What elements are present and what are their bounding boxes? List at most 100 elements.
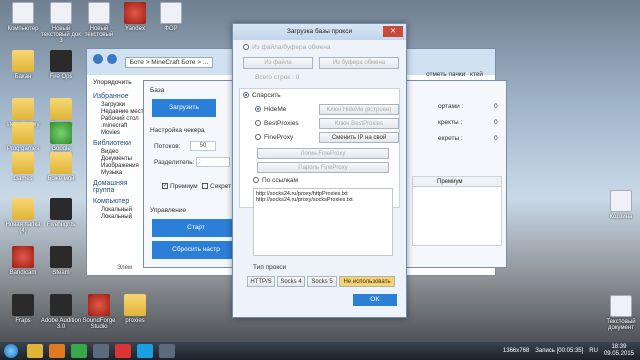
app-taskbar-icon[interactable]: [159, 344, 175, 358]
computer-item[interactable]: Компьютер: [93, 198, 145, 205]
sidebar-item[interactable]: Рабочий стол: [101, 116, 145, 122]
separator-label: Разделитель:: [154, 159, 195, 166]
drive-item[interactable]: Локальный: [101, 207, 145, 213]
library-item[interactable]: Видео: [101, 149, 145, 155]
from-file-radio[interactable]: Из файла/буфера обмена: [243, 44, 331, 51]
checkbox-checked-icon: ✓: [162, 183, 168, 190]
desktop-icon-text-doc[interactable]: Текстовый документ: [600, 295, 640, 331]
load-button[interactable]: Загрузить: [152, 99, 216, 117]
desktop-app-icon: [88, 294, 110, 316]
sidebar-item[interactable]: .minecraft: [101, 123, 145, 129]
proxy-type-option[interactable]: HTTP/S: [247, 276, 275, 287]
proxy-type-option[interactable]: Socks 4: [277, 276, 305, 287]
reset-settings-button[interactable]: Сбросить настр: [152, 241, 240, 259]
desktop-icon-label: Новый текстовый док 3: [41, 26, 81, 44]
right-tab-2[interactable]: ктей: [470, 71, 483, 78]
separator-input[interactable]: :: [196, 157, 230, 167]
desktop-app-icon: [12, 294, 34, 316]
desktop-icon[interactable]: FiveNights: [40, 198, 82, 228]
source-radio-bestproxies[interactable]: BestProxies: [255, 120, 299, 127]
secret-label: Секрет: [210, 183, 232, 190]
sidebar-item[interactable]: Загрузки: [101, 102, 145, 108]
desktop-app-icon: [124, 2, 146, 24]
skype-taskbar-icon[interactable]: [137, 344, 153, 358]
desktop-app-icon: [50, 152, 72, 174]
source-button-hideme[interactable]: Ключ HideMe (встроен): [319, 104, 399, 115]
desktop-app-icon: [12, 122, 34, 144]
media-player-taskbar-icon[interactable]: [49, 344, 65, 358]
source-button-fineproxy[interactable]: Сменить IP на свой: [319, 132, 399, 143]
proxy-type-option[interactable]: Не использовать: [339, 276, 395, 287]
desktop-icon[interactable]: Prog games: [2, 122, 44, 152]
homegroup-item[interactable]: Домашняя группа: [93, 180, 145, 194]
clock[interactable]: 18:39 09.05.2015: [604, 344, 634, 358]
desktop-icon[interactable]: Компьютер: [2, 2, 44, 32]
favorites-header[interactable]: Избранное: [93, 93, 145, 100]
threads-input[interactable]: 50: [190, 141, 216, 151]
library-item[interactable]: Документы: [101, 156, 145, 162]
back-icon[interactable]: [93, 54, 103, 64]
from-file-label: Из файла/буфера обмена: [252, 44, 331, 51]
table-header-premium[interactable]: Премиум: [413, 177, 501, 187]
sidebar-item[interactable]: Недавние места: [101, 109, 147, 115]
desktop-icon[interactable]: Новый текстовый док 3: [40, 2, 82, 44]
taskbar: 1366x768 Запись [00:05:35] RU 18:39 09.0…: [0, 342, 640, 360]
desktop-icon-label: Games: [13, 176, 33, 182]
chrome-taskbar-icon[interactable]: [71, 344, 87, 358]
forward-icon[interactable]: [106, 54, 117, 64]
parse-radio[interactable]: Спарсить: [243, 92, 281, 99]
desktop-icon[interactable]: proxies: [114, 294, 156, 324]
desktop-icon-recycle-bin[interactable]: Корзина: [600, 190, 640, 220]
drive-item[interactable]: Локальный: [101, 214, 145, 220]
proxy-type-label: Тип прокси: [253, 264, 287, 271]
premium-checkbox[interactable]: ✓ Премиум: [162, 183, 198, 190]
desktop-icon[interactable]: Fire Ops: [40, 50, 82, 80]
fineproxy-password-field[interactable]: Пароль FineProxy: [257, 162, 389, 173]
desktop-icon[interactable]: Games: [2, 152, 44, 182]
control-label: Управление: [150, 207, 187, 214]
radio-icon: [253, 177, 259, 184]
settings-title: Настройка чекера: [150, 127, 205, 134]
libraries-header[interactable]: Библиотеки: [93, 140, 145, 147]
desktop-app-icon: [12, 246, 34, 268]
library-item[interactable]: Изображения: [101, 163, 145, 169]
address-bar[interactable]: Боте > MineCraft Боте > ...: [124, 57, 214, 68]
steam-taskbar-icon[interactable]: [93, 344, 109, 358]
parse-label: Спарсить: [252, 92, 281, 99]
desktop-icon[interactable]: Боже мой: [40, 152, 82, 182]
proxy-type-option[interactable]: Socks 5: [307, 276, 337, 287]
links-radio[interactable]: По ссылкам: [253, 177, 298, 184]
folder-taskbar-icon[interactable]: [27, 344, 43, 358]
close-icon[interactable]: ✕: [383, 26, 403, 37]
desktop-icon[interactable]: Bandicam: [2, 246, 44, 276]
yandex-taskbar-icon[interactable]: [115, 344, 131, 358]
counter-value: 0: [494, 135, 498, 142]
secret-checkbox[interactable]: Секрет: [202, 183, 231, 190]
right-tab-1[interactable]: отметь пачки: [426, 71, 465, 78]
proxy-dialog[interactable]: Загрузка базы прокси ✕ Из файла/буфера о…: [232, 23, 407, 318]
links-textarea[interactable]: http://socks24.ru/proxy/httpProxies.txt …: [253, 188, 393, 256]
organize-menu[interactable]: Упорядочить: [93, 79, 132, 86]
results-table[interactable]: Премиум: [412, 176, 502, 246]
desktop-icon[interactable]: Новая папка (4): [2, 198, 44, 234]
fineproxy-login-field[interactable]: Логин FineProxy: [257, 148, 389, 159]
sidebar-item[interactable]: Movies: [101, 130, 145, 136]
library-item[interactable]: Музыка: [101, 170, 145, 176]
from-clipboard-button[interactable]: Из буфера обмена: [319, 57, 399, 69]
ok-button[interactable]: OK: [353, 294, 397, 306]
desktop-icon[interactable]: ФОР: [150, 2, 192, 32]
source-radio-hideme[interactable]: HideMe: [255, 106, 286, 113]
desktop-icon[interactable]: Steam: [40, 246, 82, 276]
start-button[interactable]: Старт: [152, 219, 240, 237]
source-radio-fineproxy[interactable]: FineProxy: [255, 134, 293, 141]
desktop-icon[interactable]: Fraps: [2, 294, 44, 324]
desktop-icon-label: Бакан: [14, 74, 32, 80]
from-file-button[interactable]: Из файла: [243, 57, 313, 69]
language-indicator[interactable]: RU: [589, 348, 598, 354]
radio-selected-icon: [255, 106, 261, 113]
desktop-icon[interactable]: Adobe Audition 3.0: [40, 294, 82, 330]
desktop-icon[interactable]: Бакан: [2, 50, 44, 80]
text-document-icon: [610, 295, 632, 317]
source-button-bestproxies[interactable]: Ключ BestProxies: [319, 118, 399, 129]
start-orb-icon[interactable]: [4, 344, 18, 358]
